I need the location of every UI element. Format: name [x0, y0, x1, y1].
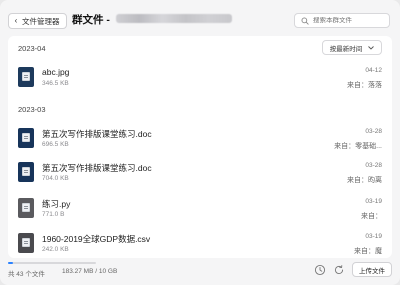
date-group-header: 2023-04 按最新时间	[8, 36, 392, 58]
footer-bar: 共 43 个文件 183.27 MB / 10 GB 上传文件	[0, 258, 400, 285]
search-icon	[301, 17, 309, 25]
group-files-window: ‹ 文件管理器 群文件 - 2023-04 按最新时间 abc.	[0, 0, 400, 285]
group-date-label: 2023-04	[18, 44, 46, 53]
sort-label: 按最新时间	[329, 45, 363, 53]
file-row[interactable]: 第五次写作排版课堂练习.doc 696.5 KB 03-28 来自：零基础...	[8, 122, 392, 158]
upload-file-button[interactable]: 上传文件	[352, 262, 392, 277]
chevron-down-icon	[368, 45, 375, 50]
image-file-icon	[18, 67, 34, 87]
file-name: 1960-2019全球GDP数据.csv	[42, 234, 151, 244]
file-date: 03-28	[365, 128, 382, 135]
header-bar: ‹ 文件管理器 群文件 -	[0, 0, 400, 36]
file-date: 03-19	[365, 233, 382, 240]
file-size: 704.0 KB	[42, 175, 69, 182]
doc-file-icon	[18, 162, 34, 182]
file-name: 练习.py	[42, 199, 71, 209]
file-list[interactable]: 2023-04 按最新时间 abc.jpg 346.5 KB 04-12 来自：…	[8, 36, 392, 258]
file-date: 04-12	[365, 67, 382, 74]
chevron-left-icon: ‹	[14, 16, 18, 25]
file-date: 03-28	[365, 162, 382, 169]
search-box[interactable]	[294, 13, 390, 28]
doc-file-icon	[18, 128, 34, 148]
file-row[interactable]: 练习.py 771.0 B 03-19 来自：	[8, 192, 392, 228]
file-uploader: 来自：昀离	[347, 177, 382, 184]
file-size: 696.5 KB	[42, 141, 69, 148]
group-date-label: 2023-03	[18, 105, 46, 114]
file-date: 03-19	[365, 198, 382, 205]
file-size: 242.0 KB	[42, 246, 69, 253]
file-size: 771.0 B	[42, 211, 65, 218]
file-name: abc.jpg	[42, 67, 70, 77]
file-list-panel: 2023-04 按最新时间 abc.jpg 346.5 KB 04-12 来自：…	[8, 36, 392, 258]
file-count: 共 43 个文件	[8, 271, 45, 278]
csv-file-icon	[18, 233, 34, 253]
file-uploader: 来自：	[361, 213, 382, 220]
file-manager-back-button[interactable]: ‹ 文件管理器	[8, 13, 67, 29]
sort-dropdown[interactable]: 按最新时间	[322, 40, 382, 55]
date-group-header: 2023-03	[8, 97, 392, 119]
file-row[interactable]: 第五次写作排版课堂练习.doc 704.0 KB 03-28 来自：昀离	[8, 156, 392, 192]
back-button-label: 文件管理器	[22, 16, 60, 26]
storage-progress-fill	[8, 262, 14, 264]
history-icon[interactable]	[314, 264, 326, 276]
storage-usage: 183.27 MB / 10 GB	[62, 268, 118, 275]
file-name: 第五次写作排版课堂练习.doc	[42, 129, 152, 139]
storage-progress-bar	[8, 262, 96, 264]
file-uploader: 来自：零基础...	[334, 143, 382, 150]
file-uploader: 来自：魔	[354, 248, 382, 255]
file-size: 346.5 KB	[42, 80, 69, 87]
page-title: 群文件 -	[72, 14, 110, 26]
file-name: 第五次写作排版课堂练习.doc	[42, 163, 152, 173]
file-row[interactable]: 1960-2019全球GDP数据.csv 242.0 KB 03-19 来自：魔	[8, 227, 392, 258]
file-uploader: 来自：落落	[347, 82, 382, 89]
refresh-icon[interactable]	[333, 264, 345, 276]
redacted-group-name	[116, 14, 232, 23]
file-row[interactable]: abc.jpg 346.5 KB 04-12 来自：落落	[8, 61, 392, 97]
search-input[interactable]	[313, 17, 385, 24]
python-file-icon	[18, 198, 34, 218]
